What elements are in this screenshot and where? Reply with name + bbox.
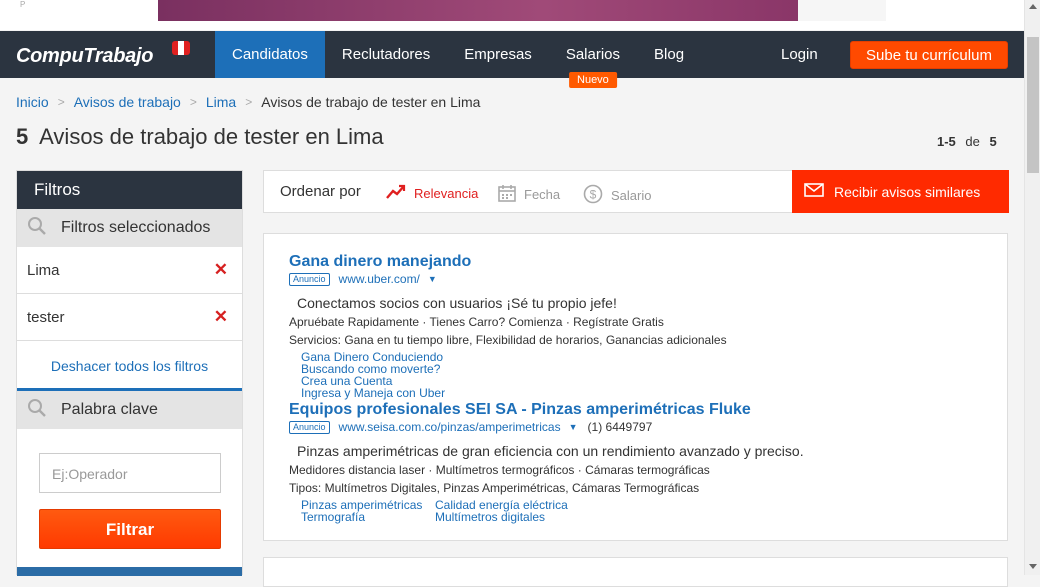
search-icon bbox=[27, 216, 47, 241]
selected-filters-label: Filtros seleccionados bbox=[61, 219, 211, 236]
breadcrumb-current: Avisos de trabajo de tester en Lima bbox=[261, 94, 481, 110]
ad-url-row: Anuncio www.uber.com/ ▼ bbox=[289, 272, 727, 286]
ad-sitelink[interactable]: Ingresa y Maneja con Uber bbox=[301, 387, 727, 399]
keyword-input[interactable]: Ej:Operador bbox=[39, 453, 221, 493]
keyword-label: Palabra clave bbox=[61, 401, 158, 418]
results-range-value: 1-5 bbox=[937, 134, 956, 149]
breadcrumb-separator: > bbox=[57, 95, 65, 109]
scroll-down-arrow-icon[interactable] bbox=[1029, 564, 1037, 569]
sort-date-label: Fecha bbox=[524, 187, 561, 202]
nav-blog[interactable]: Blog bbox=[637, 31, 701, 78]
selected-filters-header: Filtros seleccionados bbox=[17, 209, 242, 247]
ad-banner-image[interactable] bbox=[158, 0, 798, 21]
ad-snippet: Tipos: Multímetros Digitales, Pinzas Amp… bbox=[289, 481, 700, 495]
page-title: 5 Avisos de trabajo de tester en Lima bbox=[16, 124, 384, 150]
caret-down-icon[interactable]: ▼ bbox=[428, 274, 437, 284]
breadcrumb-lima[interactable]: Lima bbox=[206, 94, 236, 110]
ad-display-url[interactable]: www.uber.com/ bbox=[339, 272, 420, 286]
ad-sitelink[interactable]: Multímetros digitales bbox=[435, 511, 804, 523]
ad-phone[interactable]: (1) 6449797 bbox=[588, 420, 653, 434]
ad-callouts: Medidores distancia laser · Multímetros … bbox=[289, 463, 710, 477]
selected-filter-tester: tester ✕ bbox=[17, 294, 242, 341]
ad-callouts: Apruébate Rapidamente · Tienes Carro? Co… bbox=[289, 315, 664, 329]
undo-all-filters-link[interactable]: Deshacer todos los filtros bbox=[17, 341, 242, 391]
sponsored-ad: Gana dinero manejando Anuncio www.uber.c… bbox=[289, 253, 727, 399]
main-menu: Candidatos Reclutadores Empresas Salario… bbox=[215, 31, 701, 88]
ad-banner-label: P bbox=[20, 0, 26, 9]
breadcrumb-separator: > bbox=[189, 95, 197, 109]
ad-badge: Anuncio bbox=[289, 420, 330, 434]
peru-flag-icon bbox=[172, 41, 190, 55]
svg-text:$: $ bbox=[590, 188, 597, 202]
results-total: 5 bbox=[989, 134, 997, 149]
filters-sidebar: Filtros Filtros seleccionados Lima ✕ tes… bbox=[16, 170, 243, 576]
ad-badge: Anuncio bbox=[289, 272, 330, 286]
keyword-header: Palabra clave bbox=[17, 391, 242, 429]
page-title-text: Avisos de trabajo de tester en Lima bbox=[39, 124, 384, 149]
ad-snippet: Servicios: Gana en tu tiempo libre, Flex… bbox=[289, 333, 727, 347]
ad-sitelinks: Gana Dinero Conduciendo Buscando como mo… bbox=[301, 351, 727, 399]
breadcrumb: Inicio > Avisos de trabajo > Lima > Avis… bbox=[16, 94, 480, 110]
top-nav: CompuTrabajo Candidatos Reclutadores Emp… bbox=[0, 31, 1024, 88]
results-count: 5 bbox=[16, 124, 29, 149]
remove-filter-icon[interactable]: ✕ bbox=[214, 307, 228, 327]
ad-title-link[interactable]: Equipos profesionales SEI SA - Pinzas am… bbox=[289, 401, 751, 418]
ad-banner[interactable]: P bbox=[0, 0, 1024, 30]
sort-salary[interactable]: $ Salario bbox=[583, 184, 651, 207]
sponsored-ads-card: Gana dinero manejando Anuncio www.uber.c… bbox=[263, 233, 1008, 541]
job-results-card bbox=[263, 557, 1008, 587]
nav-reclutadores[interactable]: Reclutadores bbox=[325, 31, 447, 78]
breadcrumb-inicio[interactable]: Inicio bbox=[16, 94, 49, 110]
scrollbar-thumb[interactable] bbox=[1027, 37, 1039, 173]
sort-salary-label: Salario bbox=[611, 188, 652, 203]
filter-label: tester bbox=[27, 308, 65, 326]
caret-down-icon[interactable]: ▼ bbox=[569, 422, 578, 432]
sort-relevance-label: Relevancia bbox=[414, 186, 479, 201]
ad-sitelinks: Pinzas amperimétricas Calidad energía el… bbox=[301, 499, 804, 523]
ad-url-row: Anuncio www.seisa.com.co/pinzas/amperime… bbox=[289, 420, 804, 434]
scroll-up-arrow-icon[interactable] bbox=[1029, 4, 1037, 9]
nav-empresas[interactable]: Empresas bbox=[447, 31, 549, 78]
upload-cv-button[interactable]: Sube tu currículum bbox=[850, 41, 1008, 69]
sponsored-ad: Equipos profesionales SEI SA - Pinzas am… bbox=[289, 401, 804, 523]
nav-salarios[interactable]: Salarios Nuevo bbox=[549, 31, 637, 88]
filter-label: Lima bbox=[27, 261, 60, 279]
breadcrumb-avisos[interactable]: Avisos de trabajo bbox=[74, 94, 181, 110]
sort-label: Ordenar por bbox=[280, 183, 361, 200]
computrabajo-logo[interactable]: CompuTrabajo bbox=[16, 45, 153, 68]
remove-filter-icon[interactable]: ✕ bbox=[214, 260, 228, 280]
ad-title-link[interactable]: Gana dinero manejando bbox=[289, 253, 471, 270]
breadcrumb-separator: > bbox=[245, 95, 253, 109]
ad-description: Conectamos socios con usuarios ¡Sé tu pr… bbox=[297, 295, 617, 311]
trending-icon bbox=[386, 184, 406, 203]
similar-alerts-button[interactable]: Recibir avisos similares bbox=[792, 170, 1009, 213]
results-range-of: de bbox=[965, 134, 980, 149]
envelope-icon bbox=[804, 183, 824, 200]
similar-alerts-label: Recibir avisos similares bbox=[834, 183, 981, 200]
calendar-icon bbox=[498, 184, 516, 205]
dollar-icon: $ bbox=[583, 184, 603, 207]
filter-button[interactable]: Filtrar bbox=[39, 509, 221, 549]
login-link[interactable]: Login bbox=[781, 31, 818, 78]
results-range: 1-5 de 5 bbox=[937, 134, 997, 149]
sort-date[interactable]: Fecha bbox=[498, 184, 560, 205]
filters-heading: Filtros bbox=[17, 171, 242, 209]
search-icon bbox=[27, 398, 47, 423]
sort-bar: Ordenar por Relevancia Fecha $ Salario R… bbox=[263, 170, 1009, 213]
page-scrollbar[interactable] bbox=[1024, 0, 1040, 575]
selected-filter-lima: Lima ✕ bbox=[17, 247, 242, 294]
ad-display-url[interactable]: www.seisa.com.co/pinzas/amperimetricas bbox=[339, 420, 561, 434]
nuevo-badge: Nuevo bbox=[569, 72, 617, 88]
ad-banner-side bbox=[798, 0, 886, 21]
nav-salarios-label: Salarios bbox=[565, 46, 621, 63]
nav-candidatos[interactable]: Candidatos bbox=[215, 31, 325, 78]
ad-sitelink[interactable]: Termografía bbox=[301, 511, 435, 523]
sort-relevance[interactable]: Relevancia bbox=[386, 184, 478, 203]
ad-description: Pinzas amperimétricas de gran eficiencia… bbox=[297, 443, 804, 459]
